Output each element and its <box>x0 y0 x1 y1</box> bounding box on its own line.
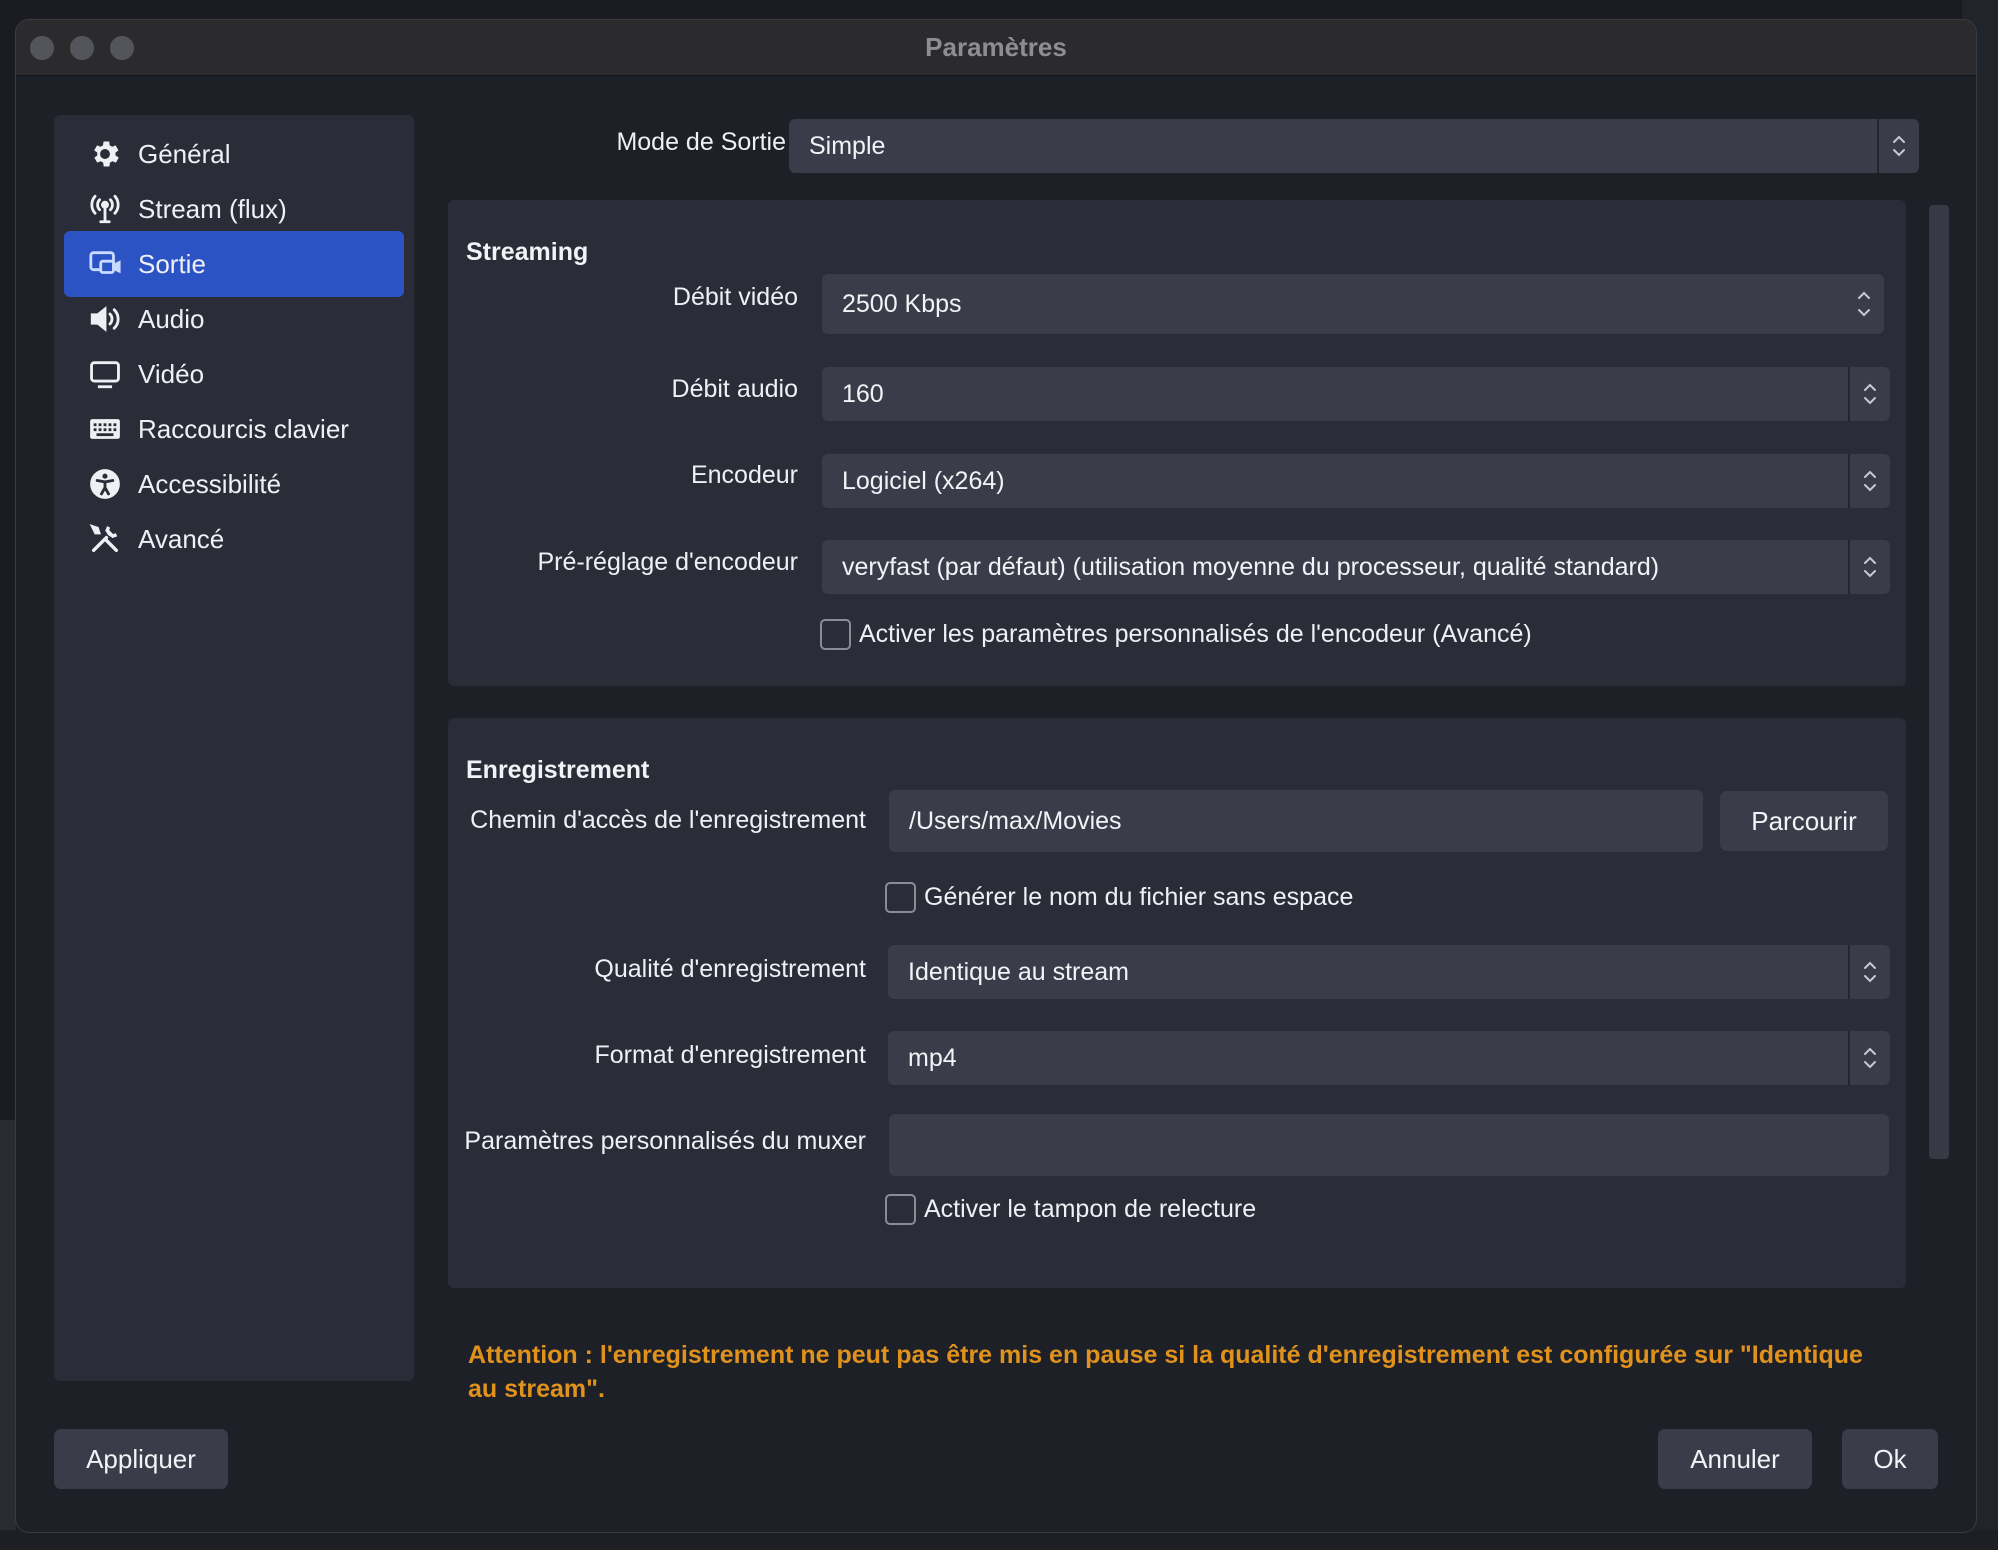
recording-path-label: Chemin d'accès de l'enregistrement <box>470 806 866 834</box>
chevron-up-down-icon <box>1850 1031 1890 1085</box>
settings-scrollbar[interactable] <box>1929 205 1949 1159</box>
encoder-preset-select[interactable]: veryfast (par défaut) (utilisation moyen… <box>822 540 1890 594</box>
audio-bitrate-select[interactable]: 160 <box>822 367 1890 421</box>
streaming-group-title: Streaming <box>466 238 589 266</box>
recording-format-value: mp4 <box>908 1043 957 1072</box>
sidebar-item-label: Sortie <box>138 248 206 279</box>
ok-button[interactable]: Ok <box>1842 1429 1938 1489</box>
cancel-button[interactable]: Annuler <box>1658 1429 1812 1489</box>
background-window-bottom <box>0 1530 1998 1550</box>
audio-bitrate-label: Débit audio <box>671 375 798 403</box>
accessibility-icon <box>86 465 124 503</box>
video-bitrate-value: 2500 Kbps <box>842 289 962 318</box>
recording-path-input[interactable]: /Users/max/Movies <box>889 790 1703 852</box>
replay-buffer-label: Activer le tampon de relecture <box>924 1195 1257 1223</box>
sidebar-item-label: Audio <box>138 303 205 334</box>
streaming-group: Streaming Débit vidéo 2500 Kbps Débit au… <box>448 200 1906 686</box>
audio-bitrate-value: 160 <box>842 379 884 408</box>
sidebar-item-label: Général <box>138 138 231 169</box>
output-mode-value: Simple <box>809 131 886 160</box>
no-space-filename-label: Générer le nom du fichier sans espace <box>924 883 1354 911</box>
encoder-select[interactable]: Logiciel (x264) <box>822 454 1890 508</box>
encoder-label: Encodeur <box>690 461 798 489</box>
chevron-up-down-icon <box>1850 540 1890 594</box>
sidebar-item-advanced[interactable]: Avancé <box>64 506 404 572</box>
chevron-up-down-icon <box>1850 945 1890 999</box>
gear-icon <box>86 135 124 173</box>
video-bitrate-spinbox[interactable]: 2500 Kbps <box>822 274 1884 334</box>
sidebar-item-label: Accessibilité <box>138 468 282 499</box>
output-icon <box>86 245 124 283</box>
chevron-up-down-icon <box>1850 454 1890 508</box>
sidebar-item-label: Raccourcis clavier <box>138 413 349 444</box>
keyboard-icon <box>86 410 124 448</box>
no-space-filename-checkbox[interactable]: Générer le nom du fichier sans espace <box>885 882 1353 913</box>
settings-window: Paramètres Général Stream (flux) Sortie <box>15 19 1977 1533</box>
chevron-up-down-icon <box>1850 367 1890 421</box>
recording-group: Enregistrement Chemin d'accès de l'enreg… <box>448 718 1906 1288</box>
background-window-edge-left <box>0 1120 16 1550</box>
custom-encoder-settings-checkbox[interactable]: Activer les paramètres personnalisés de … <box>820 619 1532 650</box>
encoder-value: Logiciel (x264) <box>842 466 1005 495</box>
recording-format-label: Format d'enregistrement <box>594 1041 866 1069</box>
speaker-icon <box>86 300 124 338</box>
antenna-icon <box>86 190 124 228</box>
sidebar-item-label: Vidéo <box>138 358 205 389</box>
muxer-settings-input[interactable] <box>889 1114 1889 1176</box>
tools-icon <box>86 520 124 558</box>
checkbox-box[interactable] <box>885 882 916 913</box>
encoder-preset-value: veryfast (par défaut) (utilisation moyen… <box>842 552 1660 581</box>
window-title: Paramètres <box>925 32 1067 62</box>
monitor-icon <box>86 355 124 393</box>
recording-group-title: Enregistrement <box>466 756 650 784</box>
apply-button[interactable]: Appliquer <box>54 1429 228 1489</box>
checkbox-box[interactable] <box>885 1194 916 1225</box>
recording-format-select[interactable]: mp4 <box>888 1031 1890 1085</box>
pause-warning-text: Attention : l'enregistrement ne peut pas… <box>468 1341 1863 1403</box>
replay-buffer-checkbox[interactable]: Activer le tampon de relecture <box>885 1194 1256 1225</box>
settings-sidebar: Général Stream (flux) Sortie Audio Vidéo <box>54 115 414 1381</box>
sidebar-item-label: Stream (flux) <box>138 193 287 224</box>
encoder-preset-label: Pré-réglage d'encodeur <box>537 548 799 576</box>
output-mode-select[interactable]: Simple <box>789 119 1919 173</box>
recording-quality-value: Identique au stream <box>908 957 1129 986</box>
custom-encoder-settings-label: Activer les paramètres personnalisés de … <box>859 620 1532 648</box>
muxer-settings-label: Paramètres personnalisés du muxer <box>464 1127 866 1155</box>
checkbox-box[interactable] <box>820 619 851 650</box>
chevron-up-down-icon <box>1879 119 1919 173</box>
title-bar: Paramètres <box>16 20 1976 76</box>
output-mode-label: Mode de Sortie <box>616 128 786 156</box>
browse-button[interactable]: Parcourir <box>1720 791 1888 851</box>
video-bitrate-label: Débit vidéo <box>672 283 798 311</box>
recording-path-value: /Users/max/Movies <box>909 806 1122 835</box>
recording-quality-label: Qualité d'enregistrement <box>594 955 866 983</box>
spin-arrows-icon[interactable] <box>1844 274 1884 334</box>
recording-quality-select[interactable]: Identique au stream <box>888 945 1890 999</box>
sidebar-item-label: Avancé <box>138 523 225 554</box>
